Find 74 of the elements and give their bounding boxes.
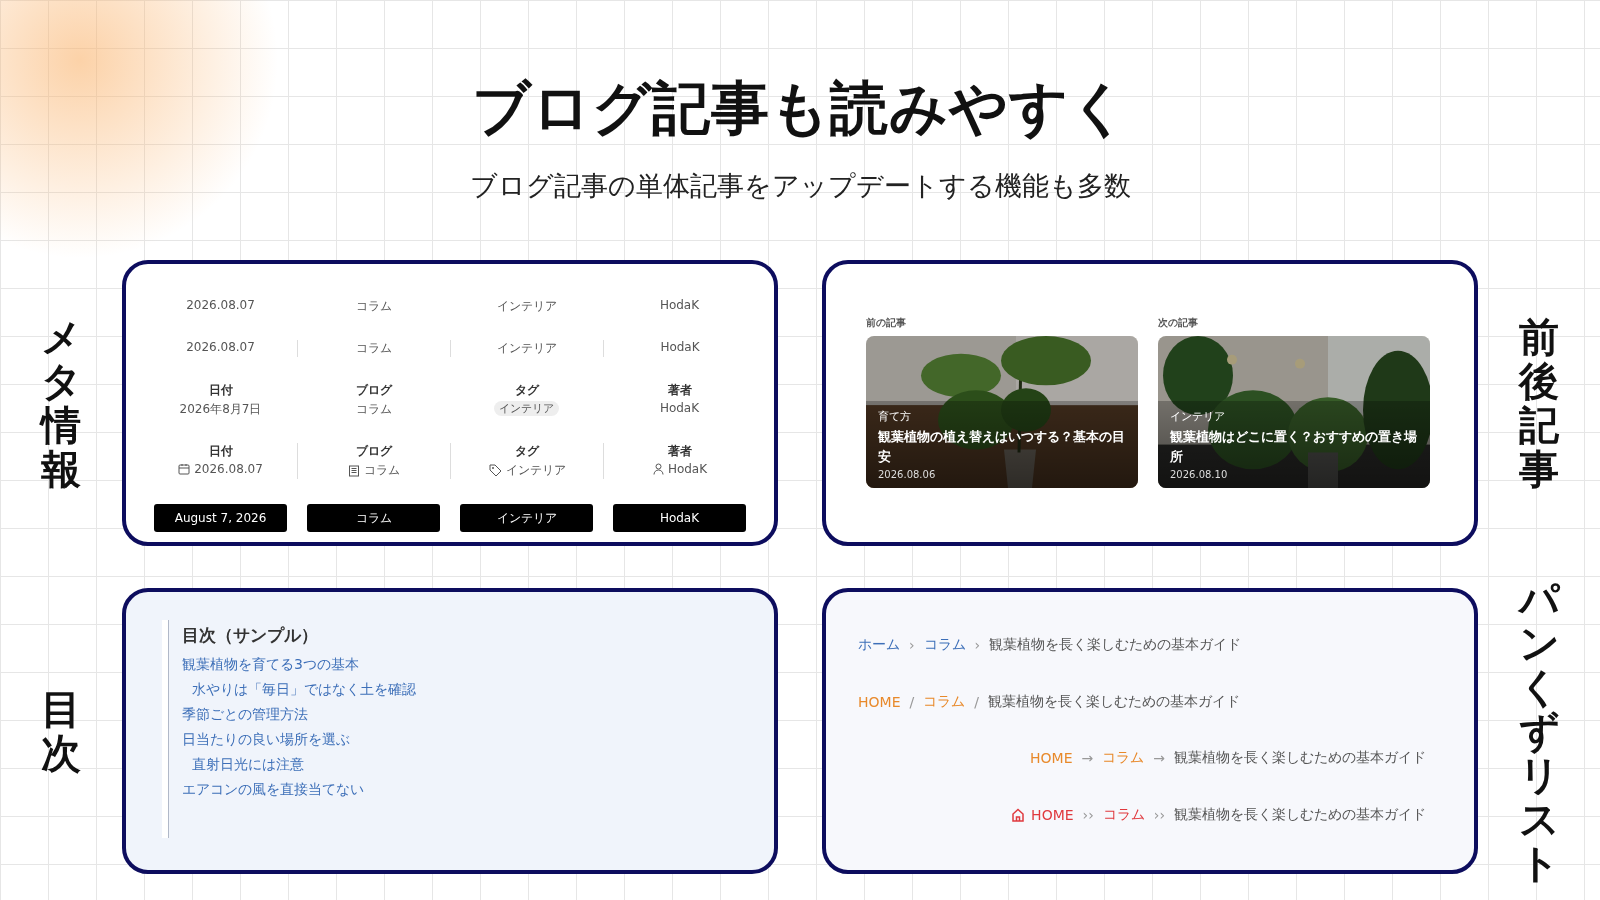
meta-value: HodaK bbox=[660, 340, 700, 354]
breadcrumb-link[interactable]: ホーム bbox=[858, 636, 900, 654]
toc-link[interactable]: エアコンの風を直接当てない bbox=[182, 781, 738, 799]
nav-heading: 次の記事 bbox=[1158, 316, 1199, 330]
section-label: メタ情報 bbox=[41, 315, 81, 491]
home-icon bbox=[1011, 807, 1026, 822]
meta-button[interactable]: コラム bbox=[307, 504, 440, 532]
meta-value: インテリア bbox=[496, 298, 557, 315]
breadcrumb-separator: ›› bbox=[1152, 806, 1166, 823]
breadcrumb-current: 観葉植物を長く楽しむための基本ガイド bbox=[987, 692, 1240, 711]
section-label: 前後記事 bbox=[1519, 315, 1559, 491]
breadcrumb-link[interactable]: コラム bbox=[1102, 749, 1145, 768]
breadcrumb-link[interactable]: HOME bbox=[858, 693, 901, 710]
meta-label: ブログ bbox=[356, 443, 392, 460]
meta-label: 著者 bbox=[668, 443, 692, 460]
post-title: 観葉植物はどこに置く？おすすめの置き場所 bbox=[1170, 428, 1418, 466]
page-subtitle: ブログ記事の単体記事をアップデートする機能も多数 bbox=[469, 169, 1131, 203]
toc-link[interactable]: 日当たりの良い場所を選ぶ bbox=[182, 731, 738, 749]
meta-value: 2026.08.07 bbox=[186, 298, 255, 312]
post-date: 2026.08.10 bbox=[1170, 469, 1229, 480]
person-icon bbox=[652, 463, 664, 475]
section-label: 目次 bbox=[41, 687, 81, 775]
meta-value: コラム bbox=[364, 462, 400, 479]
tag-icon bbox=[488, 464, 502, 477]
meta-value: HodaK bbox=[667, 462, 708, 476]
breadcrumb-link[interactable]: コラム bbox=[923, 692, 966, 711]
toc-link[interactable]: 水やりは「毎日」ではなく土を確認 bbox=[182, 681, 738, 699]
breadcrumb-separator: / bbox=[908, 693, 916, 710]
meta-value: コラム bbox=[355, 298, 392, 315]
breadcrumb-separator: → bbox=[1080, 750, 1095, 767]
post-category: 育て方 bbox=[878, 409, 912, 424]
breadcrumb-separator: / bbox=[973, 693, 980, 710]
meta-label: 著者 bbox=[667, 382, 692, 399]
meta-label: ブログ bbox=[355, 382, 392, 399]
breadcrumb-separator: › bbox=[973, 637, 982, 653]
breadcrumb-separator: ›› bbox=[1081, 806, 1095, 823]
meta-button[interactable]: HodaK bbox=[613, 504, 746, 532]
meta-label: 日付 bbox=[208, 382, 233, 399]
breadcrumb-link[interactable]: HOME bbox=[1030, 750, 1073, 767]
meta-value: HodaK bbox=[659, 401, 700, 415]
toc-link[interactable]: 直射日光には注意 bbox=[182, 756, 738, 774]
breadcrumb-link[interactable]: HOME bbox=[1031, 806, 1074, 823]
breadcrumb-current: 観葉植物を長く楽しむための基本ガイド bbox=[1174, 749, 1426, 768]
breadcrumb-link[interactable]: コラム bbox=[923, 636, 966, 654]
meta-button[interactable]: August 7, 2026 bbox=[154, 504, 287, 532]
breadcrumb-separator: → bbox=[1152, 750, 1166, 767]
breadcrumb-current: 観葉植物を長く楽しむための基本ガイド bbox=[1174, 805, 1426, 824]
breadcrumb-link[interactable]: コラム bbox=[1102, 805, 1145, 824]
meta-value: インテリア bbox=[497, 340, 557, 357]
section-label: パンくずリスト bbox=[1519, 577, 1559, 885]
meta-value: コラム bbox=[355, 401, 392, 418]
post-title: 観葉植物の植え替えはいつする？基本の目安 bbox=[878, 428, 1126, 466]
meta-value: インテリア bbox=[505, 462, 566, 479]
calendar-icon bbox=[178, 463, 191, 475]
meta-value: 2026年8月7日 bbox=[179, 401, 262, 418]
post-date: 2026.08.06 bbox=[878, 469, 937, 480]
toc-link[interactable]: 観葉植物を育てる3つの基本 bbox=[182, 656, 738, 674]
toc-title: 目次（サンプル） bbox=[182, 624, 319, 647]
meta-value: コラム bbox=[356, 340, 392, 357]
breadcrumb-separator: › bbox=[908, 637, 916, 653]
meta-label: タグ bbox=[515, 443, 539, 460]
toc-link[interactable]: 季節ごとの管理方法 bbox=[182, 706, 738, 724]
meta-label: 日付 bbox=[208, 443, 233, 460]
document-icon bbox=[348, 464, 360, 477]
meta-value: HodaK bbox=[659, 298, 700, 312]
page-title: ブログ記事も読みやすく bbox=[471, 73, 1129, 144]
breadcrumb-current: 観葉植物を長く楽しむための基本ガイド bbox=[989, 636, 1242, 654]
nav-heading: 前の記事 bbox=[866, 316, 907, 330]
post-category: インテリア bbox=[1170, 409, 1226, 424]
meta-value: 2026.08.07 bbox=[194, 462, 263, 476]
tag-pill[interactable]: インテリア bbox=[494, 401, 559, 416]
meta-button[interactable]: インテリア bbox=[460, 504, 593, 532]
meta-value: 2026.08.07 bbox=[186, 340, 255, 354]
meta-label: タグ bbox=[514, 382, 539, 399]
